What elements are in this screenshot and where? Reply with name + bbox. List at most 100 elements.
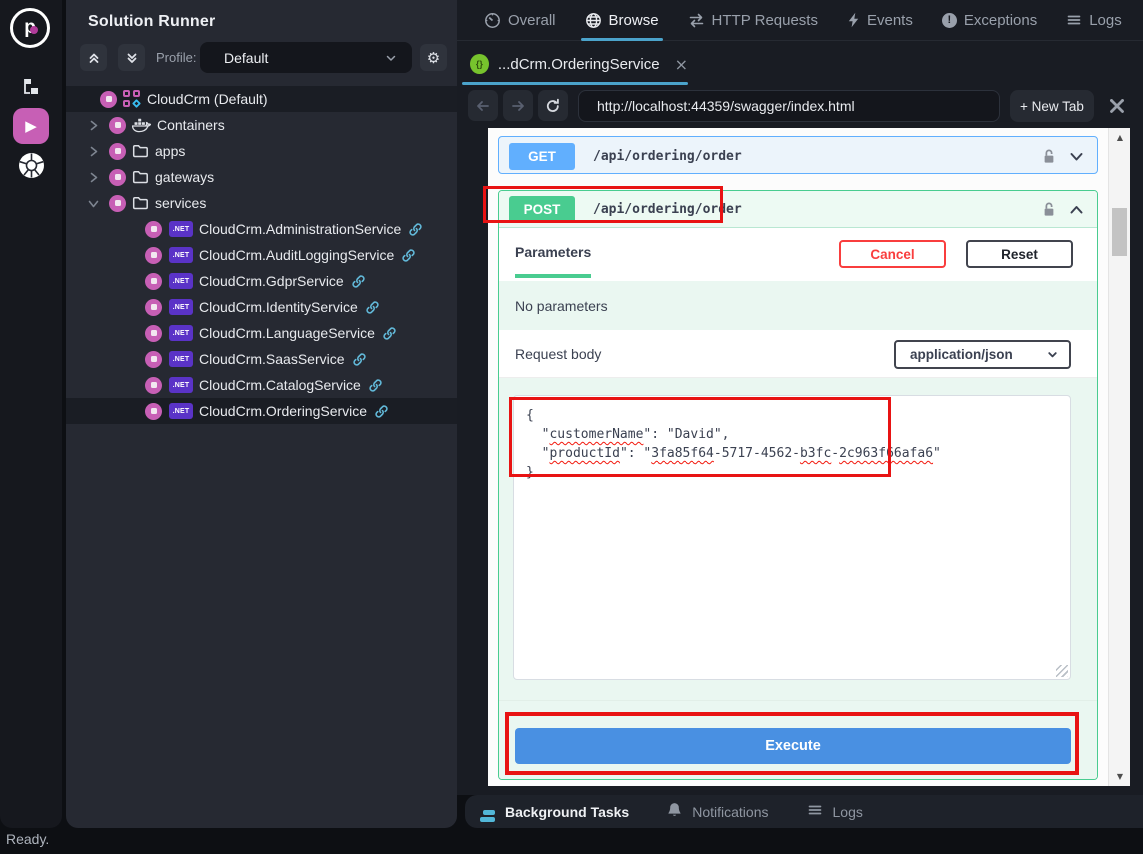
tree-item-cloudcrm-gdprservice[interactable]: .NETCloudCrm.GdprService bbox=[66, 268, 457, 294]
solution-explorer-icon[interactable] bbox=[0, 76, 62, 98]
chevron-down-icon bbox=[1046, 348, 1059, 361]
webview-scrollbar[interactable]: ▲ ▼ bbox=[1108, 128, 1130, 786]
cancel-button[interactable]: Cancel bbox=[839, 240, 946, 268]
link-icon[interactable] bbox=[374, 404, 389, 419]
reload-button[interactable] bbox=[538, 90, 568, 121]
tree-chevron-right-icon[interactable] bbox=[86, 119, 100, 132]
stop-icon[interactable] bbox=[109, 169, 126, 186]
tab-overall[interactable]: Overall bbox=[484, 0, 556, 41]
stop-icon[interactable] bbox=[145, 377, 162, 394]
reset-button[interactable]: Reset bbox=[966, 240, 1073, 268]
stop-icon[interactable] bbox=[109, 117, 126, 134]
swagger-post-opblock: POST /api/ordering/order Parameters Canc… bbox=[498, 190, 1098, 780]
dotnet-badge-icon: .NET bbox=[169, 377, 193, 393]
browser-tab-title: ...dCrm.OrderingService bbox=[498, 56, 660, 73]
bottom-bar-background-tasks[interactable]: Background Tasks bbox=[480, 802, 629, 822]
new-tab-button[interactable]: + New Tab bbox=[1010, 90, 1094, 122]
icon-rail: p ▶ bbox=[0, 0, 62, 828]
parameters-tab[interactable]: Parameters bbox=[515, 232, 591, 278]
stop-icon[interactable] bbox=[145, 325, 162, 342]
link-icon[interactable] bbox=[352, 352, 367, 367]
unlocked-padlock-icon[interactable] bbox=[1042, 201, 1056, 218]
stop-icon[interactable] bbox=[109, 143, 126, 160]
stop-icon[interactable] bbox=[100, 91, 117, 108]
status-text: Ready. bbox=[6, 831, 49, 847]
link-icon[interactable] bbox=[408, 222, 423, 237]
expand-all-button[interactable] bbox=[118, 44, 145, 71]
tree-item-services[interactable]: services bbox=[66, 190, 457, 216]
url-input[interactable]: http://localhost:44359/swagger/index.htm… bbox=[578, 90, 1000, 122]
browser-tab-orderingservice[interactable]: {} ...dCrm.OrderingService × bbox=[462, 46, 688, 82]
bottom-bar: Background Tasks Notifications Logs bbox=[465, 795, 1143, 828]
stop-icon[interactable] bbox=[145, 403, 162, 420]
tree-item-cloudcrm-identityservice[interactable]: .NETCloudCrm.IdentityService bbox=[66, 294, 457, 320]
tree-item-label: CloudCrm.AdministrationService bbox=[199, 221, 401, 237]
bottom-bar-logs[interactable]: Logs bbox=[807, 803, 863, 820]
back-button[interactable] bbox=[468, 90, 498, 121]
collapse-chevron-up-icon[interactable] bbox=[1068, 201, 1085, 218]
tab-label: Events bbox=[867, 12, 913, 29]
request-body-label: Request body bbox=[515, 346, 601, 362]
link-icon[interactable] bbox=[365, 300, 380, 315]
link-icon[interactable] bbox=[368, 378, 383, 393]
stop-icon[interactable] bbox=[145, 351, 162, 368]
tab-label: Overall bbox=[508, 12, 556, 29]
kubernetes-icon[interactable] bbox=[0, 152, 62, 179]
active-tab-underline bbox=[462, 82, 688, 85]
tree-item-cloudcrm-languageservice[interactable]: .NETCloudCrm.LanguageService bbox=[66, 320, 457, 346]
tree-chevron-right-icon[interactable] bbox=[86, 145, 100, 158]
stop-icon[interactable] bbox=[145, 299, 162, 316]
tree-item-cloudcrm-orderingservice[interactable]: .NET CloudCrm.OrderingService bbox=[66, 398, 457, 424]
bottom-bar-label: Notifications bbox=[692, 804, 768, 820]
tree-item-containers[interactable]: Containers bbox=[66, 112, 457, 138]
tab-browse[interactable]: Browse bbox=[585, 0, 659, 41]
tree-item-gateways[interactable]: gateways bbox=[66, 164, 457, 190]
scroll-down-arrow-icon[interactable]: ▼ bbox=[1109, 772, 1131, 781]
sidebar: Solution Runner Profile: Default ⚙ Cloud… bbox=[66, 0, 457, 828]
stop-icon[interactable] bbox=[145, 247, 162, 264]
tree-chevron-down-icon[interactable] bbox=[86, 197, 100, 210]
stop-icon[interactable] bbox=[145, 221, 162, 238]
get-method-badge: GET bbox=[509, 143, 575, 170]
tab-logs[interactable]: Logs bbox=[1066, 0, 1122, 41]
forward-button[interactable] bbox=[503, 90, 533, 121]
content-type-select[interactable]: application/json bbox=[894, 340, 1071, 369]
tree-item-label: CloudCrm.OrderingService bbox=[199, 403, 367, 419]
tree-item-cloudcrm-auditloggingservice[interactable]: .NETCloudCrm.AuditLoggingService bbox=[66, 242, 457, 268]
scrollbar-thumb[interactable] bbox=[1112, 208, 1127, 256]
tab-http-requests[interactable]: HTTP Requests bbox=[688, 0, 818, 41]
bottom-bar-notifications[interactable]: Notifications bbox=[667, 802, 768, 821]
swagger-get-opblock[interactable]: GET /api/ordering/order bbox=[498, 136, 1098, 174]
dev-tools-icon[interactable] bbox=[1104, 93, 1130, 119]
tab-events[interactable]: Events bbox=[847, 0, 913, 41]
tab-exceptions[interactable]: !Exceptions bbox=[942, 0, 1037, 41]
settings-gear-button[interactable]: ⚙ bbox=[420, 44, 447, 71]
profile-select[interactable]: Default bbox=[200, 42, 412, 73]
globe-icon bbox=[585, 12, 602, 29]
folder-icon bbox=[132, 196, 149, 210]
tab-close-icon[interactable]: × bbox=[675, 55, 688, 74]
bottom-bar-label: Logs bbox=[833, 804, 863, 820]
dotnet-badge-icon: .NET bbox=[169, 403, 193, 419]
run-play-button[interactable]: ▶ bbox=[13, 108, 49, 144]
tree-item-label: CloudCrm (Default) bbox=[147, 91, 268, 107]
tree-item-cloudcrm-administrationservice[interactable]: .NETCloudCrm.AdministrationService bbox=[66, 216, 457, 242]
tree-chevron-right-icon[interactable] bbox=[86, 171, 100, 184]
collapse-all-button[interactable] bbox=[80, 44, 107, 71]
resize-grip[interactable] bbox=[1056, 665, 1068, 677]
link-icon[interactable] bbox=[351, 274, 366, 289]
tree-item-cloudcrm-default-[interactable]: CloudCrm (Default) bbox=[66, 86, 457, 112]
expand-chevron-down-icon[interactable] bbox=[1068, 148, 1085, 165]
stop-icon[interactable] bbox=[109, 195, 126, 212]
link-icon[interactable] bbox=[401, 248, 416, 263]
tree-item-label: services bbox=[155, 195, 206, 211]
link-icon[interactable] bbox=[382, 326, 397, 341]
tree-item-cloudcrm-catalogservice[interactable]: .NETCloudCrm.CatalogService bbox=[66, 372, 457, 398]
unlocked-padlock-icon[interactable] bbox=[1042, 148, 1056, 165]
scroll-up-arrow-icon[interactable]: ▲ bbox=[1109, 133, 1131, 142]
tree-item-apps[interactable]: apps bbox=[66, 138, 457, 164]
stacked-tasks-icon bbox=[480, 802, 495, 822]
tree-item-cloudcrm-saasservice[interactable]: .NETCloudCrm.SaasService bbox=[66, 346, 457, 372]
stop-icon[interactable] bbox=[145, 273, 162, 290]
request-body-row: Request body application/json bbox=[499, 330, 1097, 378]
